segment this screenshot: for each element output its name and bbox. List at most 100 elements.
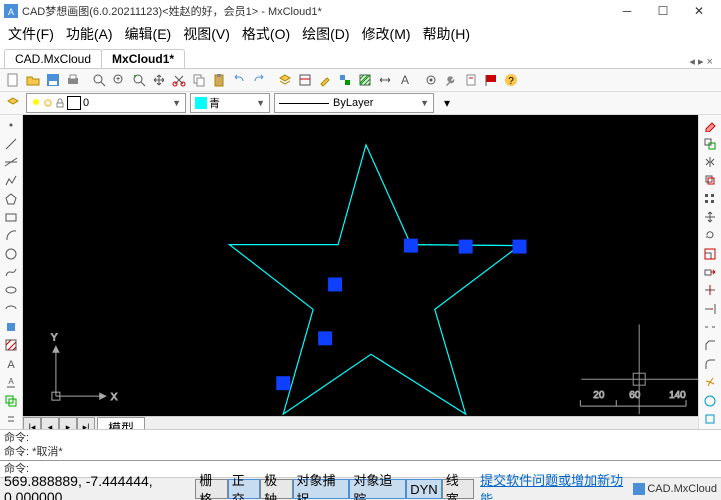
toggle-polar[interactable]: 极轴: [260, 479, 292, 499]
cut-icon[interactable]: [170, 71, 188, 89]
redo-icon[interactable]: [250, 71, 268, 89]
maximize-button[interactable]: ☐: [645, 0, 681, 22]
break-icon[interactable]: [701, 319, 719, 335]
copy-icon[interactable]: [190, 71, 208, 89]
more-draw-icon[interactable]: [2, 411, 20, 427]
scale-icon[interactable]: [701, 246, 719, 262]
tab-cad-mxcloud[interactable]: CAD.MxCloud: [4, 49, 102, 68]
svg-text:?: ?: [508, 76, 514, 87]
point-icon[interactable]: [2, 117, 20, 133]
zoom-window-icon[interactable]: [90, 71, 108, 89]
fillet-icon[interactable]: [701, 356, 719, 372]
properties-icon[interactable]: [296, 71, 314, 89]
minimize-button[interactable]: ─: [609, 0, 645, 22]
hatch-icon[interactable]: [356, 71, 374, 89]
explode-icon[interactable]: [701, 374, 719, 390]
stretch-icon[interactable]: [701, 264, 719, 280]
zoom-extents-icon[interactable]: +: [110, 71, 128, 89]
color-select[interactable]: 青 ▼: [190, 93, 270, 113]
grip[interactable]: [513, 240, 527, 254]
toggle-dyn[interactable]: DYN: [406, 479, 441, 499]
polygon-icon[interactable]: [2, 190, 20, 206]
wrench-icon[interactable]: [442, 71, 460, 89]
modify-copy-icon[interactable]: [701, 135, 719, 151]
layer-select[interactable]: 0 ▼: [26, 93, 186, 113]
lock-icon: [55, 98, 65, 108]
menu-help[interactable]: 帮助(H): [419, 22, 474, 46]
document-icon[interactable]: [462, 71, 480, 89]
property-bar: 0 ▼ 青 ▼ ByLayer ▼ ▾: [0, 92, 721, 115]
help-icon[interactable]: ?: [502, 71, 520, 89]
circle-icon[interactable]: [2, 246, 20, 262]
undo-icon[interactable]: [230, 71, 248, 89]
line-icon[interactable]: [2, 135, 20, 151]
feedback-link[interactable]: 提交软件问题或增加新功能: [480, 470, 629, 500]
pan-icon[interactable]: [150, 71, 168, 89]
menu-format[interactable]: 格式(O): [238, 22, 294, 46]
linetype-dropdown-icon[interactable]: ▾: [438, 94, 456, 112]
grip[interactable]: [328, 278, 342, 292]
toggle-osnap[interactable]: 对象捕捉: [293, 479, 350, 499]
zoom-realtime-icon[interactable]: [130, 71, 148, 89]
trim-icon[interactable]: [701, 282, 719, 298]
draw-hatch-icon[interactable]: [2, 337, 20, 353]
xline-icon[interactable]: [2, 154, 20, 170]
close-button[interactable]: ✕: [681, 0, 717, 22]
extend-icon[interactable]: [701, 301, 719, 317]
array-icon[interactable]: [701, 190, 719, 206]
grip[interactable]: [404, 239, 418, 253]
ellipse-icon[interactable]: [2, 282, 20, 298]
new-icon[interactable]: [4, 71, 22, 89]
block-icon[interactable]: [336, 71, 354, 89]
erase-icon[interactable]: [701, 117, 719, 133]
polyline-icon[interactable]: [2, 172, 20, 188]
spline-icon[interactable]: [2, 264, 20, 280]
layer-manager-icon[interactable]: [4, 94, 22, 112]
save-icon[interactable]: [44, 71, 62, 89]
region-icon[interactable]: [2, 392, 20, 408]
linetype-select[interactable]: ByLayer ▼: [274, 93, 434, 113]
toggle-grid[interactable]: 栅格: [195, 479, 227, 499]
dimension-icon[interactable]: [376, 71, 394, 89]
drawing-canvas[interactable]: Y X 20: [23, 115, 698, 416]
menu-file[interactable]: 文件(F): [4, 22, 58, 46]
menu-draw[interactable]: 绘图(D): [298, 22, 353, 46]
chamfer-icon[interactable]: [701, 337, 719, 353]
grip[interactable]: [459, 240, 473, 254]
flag-icon[interactable]: [482, 71, 500, 89]
mtext-icon[interactable]: A: [2, 374, 20, 390]
tmore1-icon[interactable]: [701, 392, 719, 408]
ellipse-arc-icon[interactable]: [2, 301, 20, 317]
command-history: 命令: 命令: *取消*: [0, 429, 721, 460]
status-toggles: 栅格 正交 极轴 对象捕捉 对象追踪 DYN 线宽: [195, 479, 474, 499]
svg-text:A: A: [8, 377, 14, 386]
tmore2-icon[interactable]: [701, 411, 719, 427]
draw-text-icon[interactable]: A: [2, 356, 20, 372]
menu-edit[interactable]: 编辑(E): [121, 22, 176, 46]
mirror-icon[interactable]: [701, 154, 719, 170]
insert-icon[interactable]: [2, 319, 20, 335]
open-icon[interactable]: [24, 71, 42, 89]
menu-view[interactable]: 视图(V): [179, 22, 234, 46]
toggle-otrack[interactable]: 对象追踪: [349, 479, 406, 499]
move-icon[interactable]: [701, 209, 719, 225]
grip[interactable]: [276, 376, 290, 390]
arc-icon[interactable]: [2, 227, 20, 243]
toggle-lwt[interactable]: 线宽: [442, 479, 474, 499]
rotate-icon[interactable]: [701, 227, 719, 243]
offset-icon[interactable]: [701, 172, 719, 188]
menu-modify[interactable]: 修改(M): [358, 22, 415, 46]
toggle-ortho[interactable]: 正交: [228, 479, 260, 499]
grip[interactable]: [318, 331, 332, 345]
tab-controls[interactable]: ◂ ▸ ×: [685, 55, 717, 68]
match-icon[interactable]: [316, 71, 334, 89]
gear-icon[interactable]: [422, 71, 440, 89]
text-icon[interactable]: A: [396, 71, 414, 89]
layer-icon[interactable]: [276, 71, 294, 89]
paste-icon[interactable]: [210, 71, 228, 89]
print-icon[interactable]: [64, 71, 82, 89]
tab-mxcloud1[interactable]: MxCloud1*: [101, 49, 185, 68]
rectangle-icon[interactable]: [2, 209, 20, 225]
menu-function[interactable]: 功能(A): [62, 22, 117, 46]
star-shape[interactable]: [229, 145, 519, 414]
